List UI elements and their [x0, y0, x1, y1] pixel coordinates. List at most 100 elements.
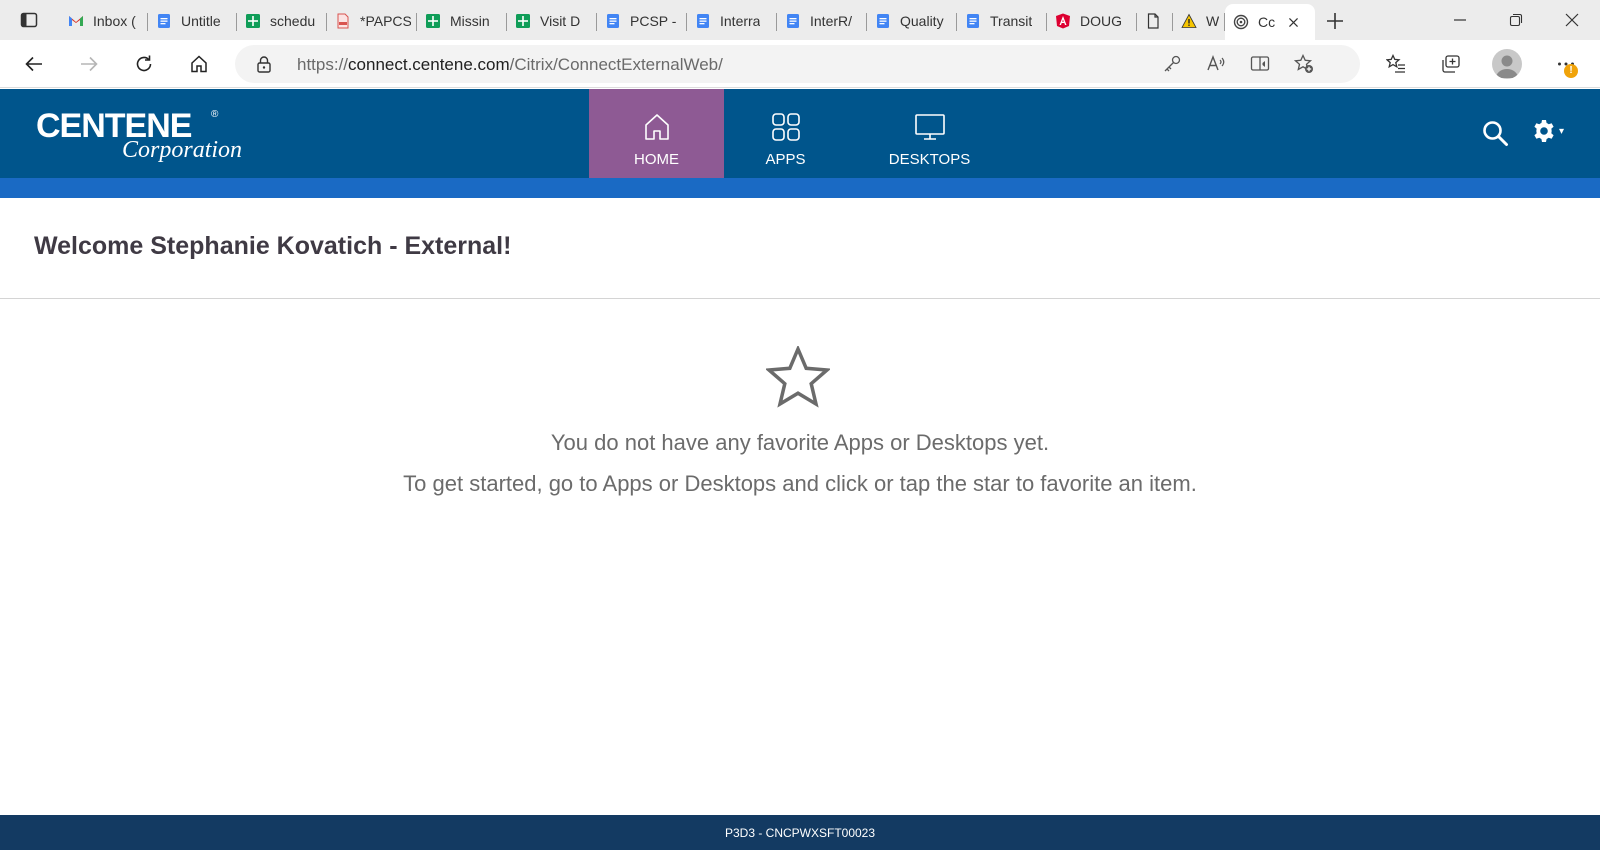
favorites-button[interactable]	[1378, 48, 1414, 80]
sheets-icon	[425, 13, 441, 29]
nav-home[interactable]: HOME	[589, 89, 724, 178]
tab-pdf[interactable]: *PAPCS	[327, 4, 417, 38]
back-button[interactable]	[16, 48, 52, 80]
sheets-icon	[515, 13, 531, 29]
tab-docs[interactable]: InterR/	[777, 4, 867, 38]
forward-arrow-icon	[81, 56, 98, 72]
favorites-list-icon	[1386, 54, 1405, 73]
url-text[interactable]: https://connect.centene.com/Citrix/Conne…	[297, 55, 723, 75]
tab-sheets[interactable]: Missin	[417, 4, 507, 38]
close-tab-icon[interactable]	[1285, 14, 1301, 30]
tab-actions-button[interactable]	[0, 0, 58, 40]
empty-state-message: You do not have any favorite Apps or Des…	[550, 430, 1050, 455]
window-controls	[1432, 0, 1600, 40]
close-icon	[1565, 13, 1579, 27]
nav-apps[interactable]: APPS	[724, 89, 847, 178]
tab-page[interactable]	[1137, 4, 1173, 38]
read-aloud-icon[interactable]	[1206, 54, 1226, 74]
tab-sheets[interactable]: Visit D	[507, 4, 597, 38]
docs-icon	[695, 13, 711, 29]
url-path: /Citrix/ConnectExternalWeb/	[509, 55, 723, 74]
tab-title: Transit	[990, 13, 1033, 29]
nav-desktops[interactable]: DESKTOPS	[847, 89, 1012, 178]
tab-docs[interactable]: Untitle	[148, 4, 237, 38]
minimize-icon	[1454, 19, 1466, 21]
warning-icon	[1181, 13, 1197, 29]
tab-title: Wa	[1206, 13, 1219, 29]
add-favorite-icon[interactable]	[1294, 54, 1314, 74]
tab-title: Quality	[900, 13, 944, 29]
tab-sheets[interactable]: schedu	[237, 4, 327, 38]
collections-icon	[1442, 55, 1460, 73]
nav-apps-label: APPS	[765, 151, 806, 168]
person-icon	[1496, 55, 1518, 78]
browser-tab-strip: Inbox ( Untitle schedu *PAPCS Missin Vis…	[0, 0, 1600, 40]
key-icon[interactable]	[1162, 54, 1182, 74]
tab-title: schedu	[270, 13, 316, 29]
nav-desktops-label: DESKTOPS	[888, 151, 971, 168]
tab-title: *PAPCS	[360, 13, 411, 29]
site-header: CENTENE ® Corporation HOME APPS DESKTOPS…	[0, 89, 1600, 178]
nav-home-label: HOME	[634, 151, 679, 168]
footer: P3D3 - CNCPWXSFT00023	[0, 815, 1600, 850]
tab-title: Missin	[450, 13, 490, 29]
section-divider	[0, 298, 1600, 299]
star-outline-icon	[766, 346, 830, 408]
docs-icon	[156, 13, 172, 29]
citrix-icon	[1233, 14, 1249, 30]
docs-icon	[875, 13, 891, 29]
centene-logo[interactable]: CENTENE ® Corporation	[36, 107, 246, 167]
gmail-icon	[68, 13, 84, 29]
home-button[interactable]	[181, 48, 217, 80]
restore-button[interactable]	[1488, 0, 1544, 40]
docs-icon	[605, 13, 621, 29]
tab-docs[interactable]: Transit	[957, 4, 1047, 38]
server-id-text: P3D3 - CNCPWXSFT00023	[724, 825, 876, 840]
tab-gmail[interactable]: Inbox (	[60, 4, 148, 38]
chevron-down-icon: ▾	[1559, 125, 1565, 137]
close-window-button[interactable]	[1544, 0, 1600, 40]
empty-state-hint: To get started, go to Apps or Desktops a…	[403, 471, 1197, 496]
lock-icon[interactable]	[255, 55, 273, 73]
tab-docs[interactable]: PCSP -	[597, 4, 687, 38]
tab-title: PCSP -	[630, 13, 677, 29]
url-host: connect.centene.com	[348, 55, 510, 74]
tab-warning[interactable]: Wa	[1173, 4, 1225, 38]
home-icon	[191, 55, 207, 73]
settings-menu-button[interactable]: ▾	[1532, 117, 1572, 145]
logo-sub-text: Corporation	[122, 137, 243, 163]
tab-citrix-active[interactable]: Cc	[1225, 4, 1315, 40]
tab-title: Visit D	[540, 13, 581, 29]
collections-button[interactable]	[1433, 48, 1469, 80]
search-icon[interactable]	[1481, 119, 1509, 147]
registered-mark: ®	[211, 109, 219, 120]
docs-icon	[785, 13, 801, 29]
browser-toolbar: https://connect.centene.com/Citrix/Conne…	[0, 40, 1600, 88]
tab-title: InterR/	[810, 13, 853, 29]
tab-title: Cc	[1258, 14, 1276, 30]
tab-docs[interactable]: Quality	[867, 4, 957, 38]
tab-title: Interra	[720, 13, 761, 29]
new-tab-button[interactable]	[1315, 4, 1355, 38]
monitor-icon	[914, 114, 945, 140]
page-icon	[1145, 13, 1161, 29]
restore-icon	[1509, 13, 1523, 27]
address-bar[interactable]: https://connect.centene.com/Citrix/Conne…	[235, 45, 1360, 83]
welcome-heading: Welcome Stephanie Kovatich - External!	[34, 232, 512, 260]
tab-list: Inbox ( Untitle schedu *PAPCS Missin Vis…	[60, 4, 1355, 40]
refresh-icon	[136, 55, 152, 72]
home-icon	[644, 114, 669, 140]
profile-avatar[interactable]	[1492, 49, 1522, 79]
tab-angular[interactable]: DOUG	[1047, 4, 1137, 38]
tab-docs[interactable]: Interra	[687, 4, 777, 38]
back-arrow-icon	[25, 56, 42, 72]
tab-title: Untitle	[181, 13, 221, 29]
url-scheme: https://	[297, 55, 349, 74]
immersive-reader-icon[interactable]	[1250, 54, 1270, 74]
apps-grid-icon	[771, 113, 800, 141]
forward-button[interactable]	[71, 48, 107, 80]
refresh-button[interactable]	[126, 48, 162, 80]
angular-icon	[1055, 13, 1071, 29]
minimize-button[interactable]	[1432, 0, 1488, 40]
update-badge: !	[1564, 64, 1578, 78]
